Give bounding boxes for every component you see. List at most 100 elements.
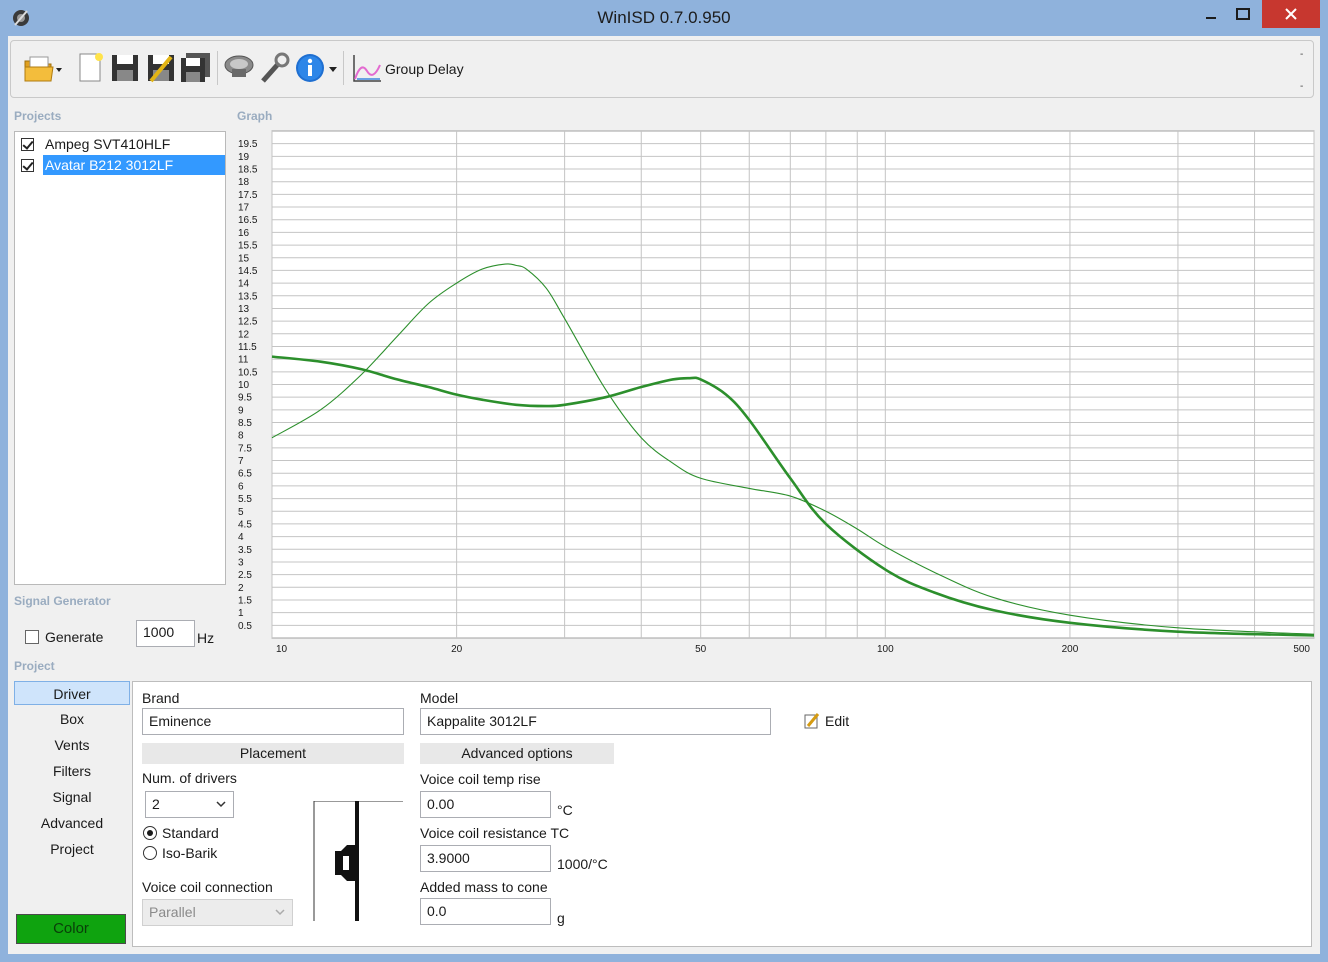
project-label[interactable]: Ampeg SVT410HLF xyxy=(43,134,225,154)
num-drivers-select[interactable]: 2 xyxy=(145,791,234,818)
nav-box[interactable]: Box xyxy=(14,707,130,731)
nav-signal[interactable]: Signal xyxy=(14,785,130,809)
added-mass-label: Added mass to cone xyxy=(420,879,548,895)
y-tick-label: 0.5 xyxy=(238,621,252,632)
y-tick-label: 17.5 xyxy=(238,190,258,201)
save-icon xyxy=(112,55,138,81)
chevron-down-icon xyxy=(216,801,226,808)
x-tick-label: 10 xyxy=(276,644,288,655)
save-all-icon xyxy=(181,53,210,82)
close-button[interactable] xyxy=(1262,0,1320,28)
group-delay-label[interactable]: Group Delay xyxy=(385,61,464,77)
isobarik-radio-dot[interactable] xyxy=(143,846,157,860)
y-tick-label: 9 xyxy=(238,405,244,416)
edit-button[interactable]: Edit xyxy=(803,712,849,730)
y-tick-label: 14 xyxy=(238,279,250,290)
added-mass-input[interactable]: 0.0 xyxy=(420,898,551,925)
y-tick-label: 5 xyxy=(238,507,244,518)
y-tick-label: 2.5 xyxy=(238,570,252,581)
save-all-button[interactable] xyxy=(179,51,211,85)
projects-list[interactable]: Ampeg SVT410HLF Avatar B212 3012LF xyxy=(14,131,226,585)
project-checkbox[interactable] xyxy=(21,158,34,172)
y-tick-label: 14.5 xyxy=(238,266,258,277)
y-tick-label: 15 xyxy=(238,253,250,264)
group-delay-button[interactable] xyxy=(351,51,383,85)
nav-driver[interactable]: Driver xyxy=(14,681,130,705)
y-tick-label: 11 xyxy=(238,355,249,366)
title-bar[interactable]: WinISD 0.7.0.950 xyxy=(0,0,1328,36)
tools-button[interactable] xyxy=(259,51,291,85)
chevron-down-icon xyxy=(275,909,285,916)
y-tick-label: 6.5 xyxy=(238,469,252,480)
y-tick-label: 18.5 xyxy=(238,165,258,176)
vc-resistance-tc-unit: 1000/°C xyxy=(557,856,608,872)
y-tick-label: 8.5 xyxy=(238,418,252,429)
nav-advanced[interactable]: Advanced xyxy=(14,811,130,835)
isobarik-label[interactable]: Iso-Barik xyxy=(162,845,217,861)
vc-resistance-tc-input[interactable]: 3.9000 xyxy=(420,845,551,872)
y-tick-label: 17 xyxy=(238,203,250,214)
nav-project[interactable]: Project xyxy=(14,837,130,861)
toolbar-overflow-top[interactable]: - xyxy=(1300,49,1303,60)
y-tick-label: 10.5 xyxy=(238,367,258,378)
vc-temp-rise-label: Voice coil temp rise xyxy=(420,771,541,787)
y-tick-label: 1.5 xyxy=(238,595,252,606)
y-tick-label: 10 xyxy=(238,380,250,391)
project-nav: Driver Box Vents Filters Signal Advanced… xyxy=(14,680,130,950)
model-label: Model xyxy=(420,690,459,706)
y-tick-label: 19.5 xyxy=(238,139,258,150)
brand-input[interactable]: Eminence xyxy=(142,708,404,735)
model-input[interactable]: Kappalite 3012LF xyxy=(420,708,771,735)
y-tick-label: 16 xyxy=(238,228,250,239)
y-tick-label: 13.5 xyxy=(238,291,258,302)
voice-coil-connection-value: Parallel xyxy=(149,904,196,920)
x-tick-label: 20 xyxy=(451,644,463,655)
vc-resistance-tc-label: Voice coil resistance TC xyxy=(420,825,570,841)
minimize-icon xyxy=(1206,17,1216,19)
vc-temp-rise-input[interactable]: 0.00 xyxy=(420,791,551,818)
save-as-button[interactable] xyxy=(145,51,177,85)
driver-button[interactable] xyxy=(223,51,255,85)
open-button[interactable] xyxy=(23,51,62,85)
generate-checkbox-box[interactable] xyxy=(25,630,39,644)
frequency-input[interactable]: 1000 xyxy=(136,620,195,647)
new-project-button[interactable] xyxy=(75,51,107,85)
nav-filters[interactable]: Filters xyxy=(14,759,130,783)
y-tick-label: 16.5 xyxy=(238,215,258,226)
group-delay-chart[interactable]: 0.511.522.533.544.555.566.577.588.599.51… xyxy=(232,130,1316,660)
y-tick-label: 3 xyxy=(238,557,244,568)
application-window: WinISD 0.7.0.950 Group Delay - - Project… xyxy=(0,0,1328,962)
info-button[interactable] xyxy=(295,51,337,85)
y-tick-label: 15.5 xyxy=(238,241,258,252)
x-tick-label: 500 xyxy=(1293,644,1310,655)
toolbar-overflow-bottom[interactable]: - xyxy=(1300,81,1303,92)
y-tick-label: 7 xyxy=(238,456,244,467)
maximize-icon xyxy=(1236,8,1250,20)
driver-icon xyxy=(224,55,254,77)
standard-label[interactable]: Standard xyxy=(162,825,219,841)
open-folder-icon xyxy=(24,56,62,82)
minimize-button[interactable] xyxy=(1196,0,1226,28)
maximize-button[interactable] xyxy=(1228,0,1258,28)
project-checkbox[interactable] xyxy=(21,137,34,151)
project-label[interactable]: Avatar B212 3012LF xyxy=(43,155,225,175)
generate-label[interactable]: Generate xyxy=(45,629,103,645)
nav-vents[interactable]: Vents xyxy=(14,733,130,757)
save-button[interactable] xyxy=(109,51,141,85)
generate-checkbox[interactable]: Generate xyxy=(25,629,103,645)
standard-radio[interactable]: Standard xyxy=(143,825,219,841)
graph-panel[interactable]: 0.5 1 1.5 2 2.5 3 3.5 4 4.5 5 5.5 6 6.5 7 7.5 8 8.5 9 9.5 1… xyxy=(232,130,1316,660)
project-item[interactable]: Avatar B212 3012LF xyxy=(17,155,225,175)
y-tick-label: 6 xyxy=(238,481,244,492)
y-tick-label: 1 xyxy=(238,608,244,619)
standard-radio-dot[interactable] xyxy=(143,826,157,840)
isobarik-radio[interactable]: Iso-Barik xyxy=(143,845,217,861)
edit-label[interactable]: Edit xyxy=(825,713,849,729)
voice-coil-connection-select: Parallel xyxy=(142,899,293,926)
group-delay-chart-icon xyxy=(353,55,381,82)
project-item[interactable]: Ampeg SVT410HLF xyxy=(17,134,225,154)
advanced-options-header: Advanced options xyxy=(420,743,614,764)
voice-coil-connection-label: Voice coil connection xyxy=(142,879,273,895)
vc-temp-rise-unit: °C xyxy=(557,802,573,818)
color-button[interactable]: Color xyxy=(16,914,126,944)
